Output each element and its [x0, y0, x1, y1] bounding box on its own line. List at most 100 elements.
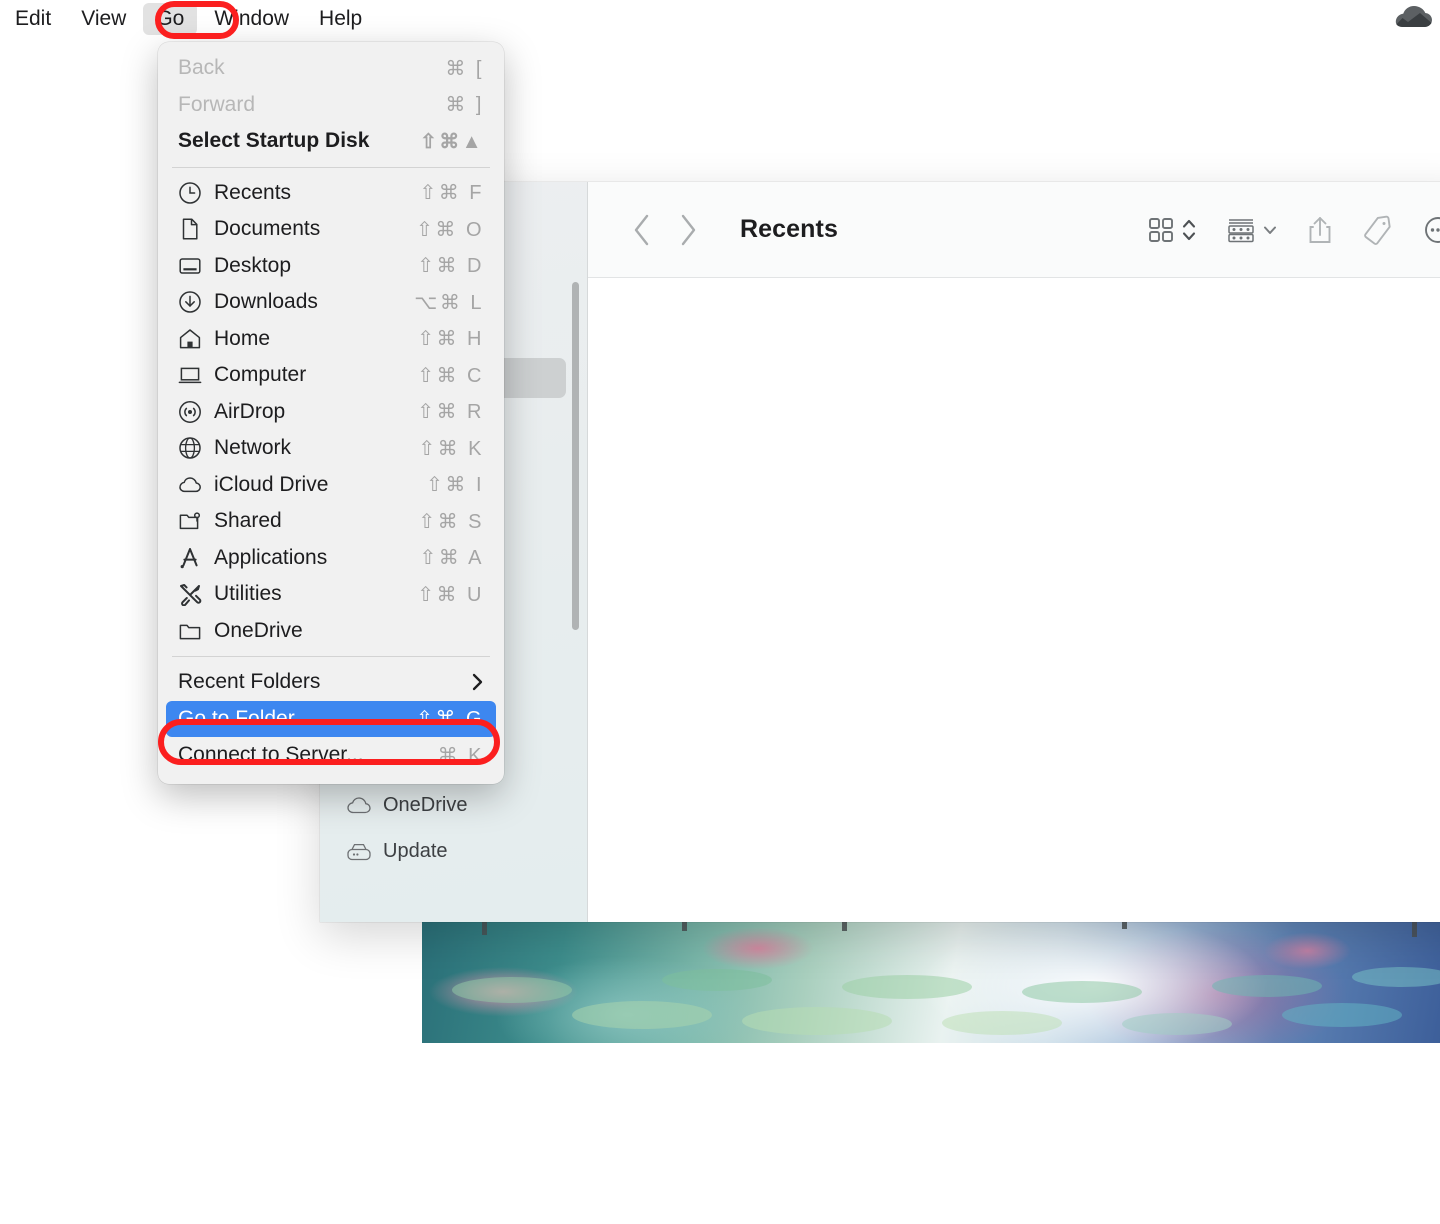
menu-item-network[interactable]: Network ⇧⌘ K: [166, 430, 496, 467]
menu-item-connect-to-server[interactable]: Connect to Server... ⌘ K: [166, 737, 496, 774]
menu-item-label: Forward: [178, 92, 256, 116]
view-mode-button[interactable]: [1147, 216, 1196, 244]
menu-separator: [172, 656, 490, 657]
screen: OneDrive Update Recents Edit View Go Win…: [0, 0, 1440, 1224]
menu-edit[interactable]: Edit: [2, 3, 64, 35]
menu-item-shortcut: ⌘ ]: [445, 94, 484, 117]
menu-item-utilities[interactable]: Utilities ⇧⌘ U: [166, 576, 496, 613]
menu-item-label: Network: [214, 436, 292, 460]
menu-item-shortcut: ⇧⌘ K: [418, 437, 484, 460]
tools-icon: [178, 582, 214, 607]
desktop-icon: [178, 254, 214, 278]
menu-item-label: Select Startup Disk: [178, 129, 370, 153]
menu-item-downloads[interactable]: Downloads ⌥⌘ L: [166, 284, 496, 321]
chevron-left-icon[interactable]: [632, 213, 652, 247]
group-list-icon: [1226, 217, 1256, 243]
menu-item-label: Recents: [214, 180, 292, 204]
menu-item-shortcut: ⇧⌘ H: [417, 328, 484, 351]
tag-icon: [1363, 215, 1393, 245]
menu-item-shortcut: ⇧⌘ O: [416, 218, 484, 241]
menu-item-label: Desktop: [214, 253, 292, 277]
menu-item-label: Documents: [214, 217, 321, 241]
more-actions-button[interactable]: [1423, 215, 1440, 245]
macos-menu-bar: Edit View Go Window Help: [0, 0, 1440, 38]
menu-item-go-to-folder[interactable]: Go to Folder... ⇧⌘ G: [166, 700, 496, 737]
go-menu-dropdown: Back ⌘ [ Forward ⌘ ] Select Startup Disk…: [158, 42, 504, 784]
menu-item-label: Recent Folders: [178, 670, 321, 694]
menu-item-icloud-drive[interactable]: iCloud Drive ⇧⌘ I: [166, 467, 496, 504]
menu-item-select-startup-disk[interactable]: Select Startup Disk ⇧⌘▲: [166, 123, 496, 160]
home-icon: [178, 327, 214, 351]
chevron-down-icon: [1263, 224, 1277, 236]
sidebar-item-label: Update: [383, 840, 448, 862]
menu-item-shortcut: ⌘ [: [445, 57, 484, 80]
menu-item-label: Home: [214, 326, 271, 350]
tag-button[interactable]: [1363, 215, 1393, 245]
menu-item-airdrop[interactable]: AirDrop ⇧⌘ R: [166, 394, 496, 431]
menu-item-shortcut: ⇧⌘ R: [417, 401, 484, 424]
updown-chevron-icon: [1182, 216, 1196, 244]
menu-item-label: AirDrop: [214, 399, 286, 423]
menu-item-shortcut: ⇧⌘ C: [417, 364, 484, 387]
menu-view[interactable]: View: [68, 3, 139, 35]
document-icon: [178, 217, 214, 241]
menu-item-onedrive[interactable]: OneDrive: [166, 613, 496, 650]
cloud-icon[interactable]: [1394, 5, 1434, 33]
menu-item-label: Utilities: [214, 582, 282, 606]
toolbar-nav-group: [632, 213, 698, 247]
group-by-button[interactable]: [1226, 217, 1277, 243]
menu-item-shortcut: ⇧⌘ D: [417, 255, 484, 278]
clock-icon: [178, 181, 214, 205]
appstore-icon: [178, 546, 214, 570]
menu-item-label: Connect to Server...: [178, 743, 364, 767]
menu-item-shortcut: ⇧⌘ A: [419, 547, 484, 570]
finder-path-title: Recents: [740, 215, 838, 243]
menu-item-recent-folders[interactable]: Recent Folders: [166, 664, 496, 701]
finder-toolbar: Recents: [588, 182, 1440, 278]
share-button[interactable]: [1307, 215, 1333, 245]
menu-item-forward: Forward ⌘ ]: [166, 87, 496, 124]
menu-item-documents[interactable]: Documents ⇧⌘ O: [166, 211, 496, 248]
icon-view-icon: [1147, 216, 1175, 244]
chevron-right-icon: [471, 672, 484, 692]
menu-item-computer[interactable]: Computer ⇧⌘ C: [166, 357, 496, 394]
menu-bar-status-items: [1394, 0, 1434, 38]
toolbar-actions: [1147, 182, 1440, 278]
sidebar-scrollbar[interactable]: [572, 282, 579, 630]
menu-item-shortcut: ⇧⌘▲: [419, 130, 484, 153]
menu-item-shortcut: ⇧⌘ S: [418, 510, 484, 533]
menu-separator: [172, 166, 490, 168]
menu-item-applications[interactable]: Applications ⇧⌘ A: [166, 540, 496, 577]
menu-item-shortcut: ⇧⌘ F: [419, 182, 484, 205]
shared-folder-icon: [178, 509, 214, 533]
menu-item-shortcut: ⇧⌘ U: [417, 583, 484, 606]
menu-item-desktop[interactable]: Desktop ⇧⌘ D: [166, 248, 496, 285]
finder-main-pane: Recents: [588, 182, 1440, 922]
globe-icon: [178, 436, 214, 460]
menu-item-shared[interactable]: Shared ⇧⌘ S: [166, 503, 496, 540]
cloud-icon: [346, 795, 372, 817]
airdrop-icon: [178, 400, 214, 424]
menu-go[interactable]: Go: [143, 3, 198, 35]
sidebar-item-onedrive[interactable]: OneDrive: [346, 794, 467, 817]
share-icon: [1307, 215, 1333, 245]
menu-bar-items: Edit View Go Window Help: [0, 0, 377, 38]
menu-item-home[interactable]: Home ⇧⌘ H: [166, 321, 496, 358]
menu-item-label: Go to Folder...: [178, 706, 312, 730]
menu-item-shortcut: ⇧⌘ G: [416, 708, 484, 731]
folder-icon: [178, 619, 214, 643]
menu-item-label: OneDrive: [214, 618, 303, 642]
menu-item-recents[interactable]: Recents ⇧⌘ F: [166, 175, 496, 212]
menu-item-label: iCloud Drive: [214, 472, 329, 496]
sidebar-item-update[interactable]: Update: [346, 840, 448, 863]
menu-help[interactable]: Help: [306, 3, 375, 35]
menu-item-label: Back: [178, 56, 225, 80]
harddisk-icon: [346, 841, 372, 863]
desktop-wallpaper-lily-pond: [422, 915, 1440, 1043]
menu-item-back: Back ⌘ [: [166, 50, 496, 87]
chevron-right-icon[interactable]: [678, 213, 698, 247]
menu-item-label: Applications: [214, 545, 328, 569]
menu-window[interactable]: Window: [201, 3, 302, 35]
menu-item-shortcut: ⌘ K: [437, 744, 484, 767]
download-icon: [178, 290, 214, 314]
